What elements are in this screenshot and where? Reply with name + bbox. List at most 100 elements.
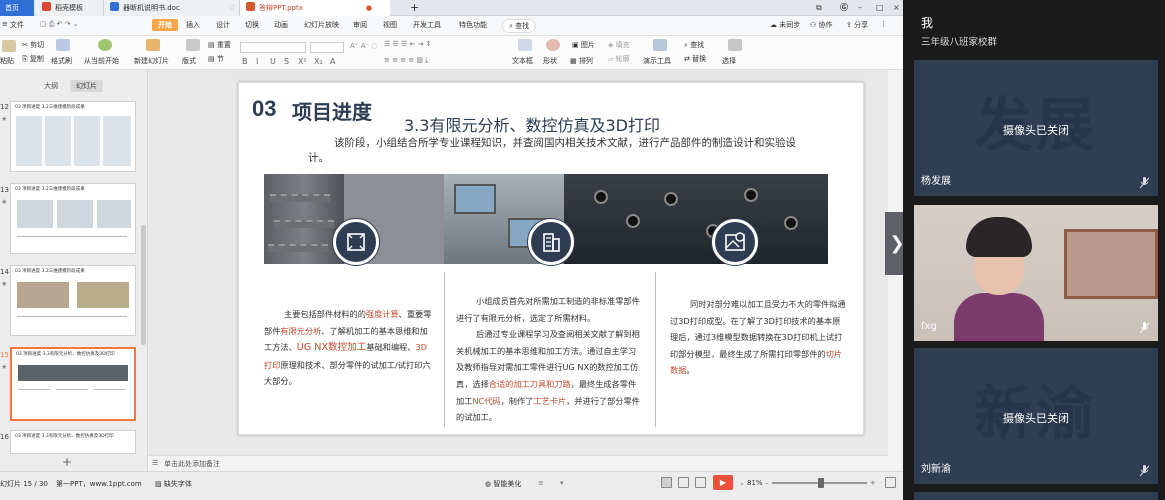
replace-button[interactable]: ⇄ 替换: [684, 54, 706, 64]
section-button[interactable]: ▤ 节: [208, 54, 224, 64]
new-tab-button[interactable]: +: [410, 0, 424, 16]
participant-tile[interactable]: 发展 摄像头已关闭 杨发展: [914, 60, 1158, 196]
slide-thumbnail[interactable]: 03 项目进度 3.2三维建模阶段成果: [10, 265, 136, 336]
select-icon[interactable]: [728, 39, 742, 51]
menu-animation[interactable]: 动画: [274, 20, 288, 30]
new-slide-icon[interactable]: [146, 39, 160, 51]
paste-button[interactable]: 粘贴: [0, 56, 14, 66]
presentation-tools-icon[interactable]: [653, 39, 667, 51]
dropdown-icon[interactable]: ⌄: [739, 479, 745, 487]
add-slide-button[interactable]: +: [62, 455, 72, 469]
slide-thumbnail-active[interactable]: 03 项目进度 3.3有限元分析、数控仿真及3D打印: [10, 347, 136, 421]
heart-icon[interactable]: ♡: [229, 0, 235, 16]
strike-button[interactable]: S: [284, 57, 289, 66]
participant-tile-self[interactable]: 我 三年级八班家校群: [914, 0, 1158, 56]
menu-slideshow[interactable]: 幻灯片放映: [304, 20, 339, 30]
tab-slides[interactable]: 幻灯片: [70, 80, 103, 92]
reading-view-icon[interactable]: [695, 477, 706, 488]
minimize-icon[interactable]: –: [858, 0, 862, 16]
font-color-button[interactable]: A: [330, 57, 335, 66]
participant-tile-partial[interactable]: [914, 492, 1158, 500]
reset-button[interactable]: ▤ 重置: [208, 40, 231, 50]
underline-button[interactable]: U: [270, 57, 276, 66]
slide-sorter-icon[interactable]: [678, 477, 689, 488]
restore-icon[interactable]: ⧉: [816, 0, 822, 16]
menu-view[interactable]: 视图: [383, 20, 397, 30]
close-icon[interactable]: ×: [893, 0, 900, 16]
slide-thumbnail[interactable]: 03 项目进度 3.2三维建模阶段成果: [10, 101, 136, 172]
menu-design[interactable]: 设计: [216, 20, 230, 30]
search-box[interactable]: ⌕ 查找: [502, 19, 537, 33]
maximize-icon[interactable]: □: [876, 0, 884, 16]
menu-switch[interactable]: 切换: [245, 20, 259, 30]
from-current-button[interactable]: 从当前开始: [84, 56, 119, 66]
outline-button[interactable]: ▱ 轮廓: [608, 54, 630, 64]
tab-outline[interactable]: 大纲: [38, 80, 64, 92]
paste-icon[interactable]: [2, 40, 16, 52]
tab-home[interactable]: 首页: [0, 0, 34, 16]
font-name-select[interactable]: [240, 42, 306, 53]
fit-window-icon[interactable]: [885, 477, 896, 488]
more-icon[interactable]: ⋮: [880, 20, 887, 28]
tab-ppt-active[interactable]: 答辩PPT.pptx ●: [240, 0, 390, 16]
shape-button[interactable]: 形状: [543, 56, 557, 66]
user-avatar-icon[interactable]: Ⓖ: [840, 0, 848, 16]
copy-button[interactable]: ⎘ 复制: [22, 54, 44, 64]
menu-devtools[interactable]: 开发工具: [413, 20, 441, 30]
menu-start[interactable]: 开始: [152, 19, 178, 31]
layout-button[interactable]: 版式: [182, 56, 196, 66]
shape-icon[interactable]: [546, 39, 560, 51]
menu-insert[interactable]: 插入: [186, 20, 200, 30]
cloud-sync-button[interactable]: ☁ 未同步: [770, 20, 800, 30]
tab-template[interactable]: 稻壳模板: [36, 0, 104, 16]
tab-doc-manual[interactable]: 器断机说明书.doc ♡: [104, 0, 240, 16]
textbox-icon[interactable]: [518, 39, 532, 51]
superscript-button[interactable]: X²: [298, 57, 307, 66]
paragraph-tools[interactable]: ☰ ☰ ☰ ⇤ ⇥ ↕: [384, 40, 432, 48]
share-button[interactable]: ⇪ 分享: [846, 20, 868, 30]
font-grow-shrink[interactable]: A⁺ A⁻ ◌: [350, 42, 378, 50]
menu-review[interactable]: 审阅: [353, 20, 367, 30]
format-painter-button[interactable]: 格式刷: [51, 56, 72, 66]
find-button[interactable]: ⌕ 查找: [684, 40, 704, 50]
italic-button[interactable]: I: [256, 57, 258, 66]
play-slideshow-button[interactable]: ▶: [713, 475, 733, 490]
zoom-out-button[interactable]: –: [765, 479, 769, 487]
slide[interactable]: 03 项目进度 3.3有限元分析、数控仿真及3D打印 该阶段，小组结合所学专业课…: [238, 82, 864, 435]
slide-thumbnail[interactable]: 03 项目进度 3.3有限元分析、数控仿真及3D打印: [10, 430, 136, 454]
cut-button[interactable]: ✂ 剪切: [22, 40, 44, 50]
fill-button[interactable]: ◈ 填充: [608, 40, 630, 50]
select-button[interactable]: 选择: [722, 56, 736, 66]
layout-icon[interactable]: [186, 39, 200, 51]
align-tools[interactable]: ≡ ≡ ≡ ≡ ▥ ⤓: [384, 56, 428, 65]
notes-pane[interactable]: ☰ 单击此处添加备注: [148, 455, 888, 471]
format-painter-icon[interactable]: [56, 39, 70, 51]
comment-icon[interactable]: ≡: [538, 479, 544, 487]
slide-thumbnail[interactable]: 03 项目进度 3.2三维建模阶段成果: [10, 183, 136, 254]
zoom-in-button[interactable]: +: [870, 479, 876, 487]
menu-special[interactable]: 特色功能: [459, 20, 487, 30]
picture-button[interactable]: ▣ 图片: [572, 40, 595, 50]
horizontal-scrollbar[interactable]: [160, 447, 870, 453]
participant-tile-video[interactable]: fxg: [914, 205, 1158, 341]
missing-font-button[interactable]: ▨ 缺失字体: [155, 479, 192, 489]
arrange-button[interactable]: ▦ 排列: [570, 56, 593, 66]
quick-access-icons[interactable]: ▢ ⎙ ↶ ↷ ⌄: [40, 20, 79, 29]
participant-tile[interactable]: 新渝 摄像头已关闭 刘新渝: [914, 348, 1158, 484]
hamburger-icon[interactable]: ≡: [2, 20, 8, 28]
subscript-button[interactable]: X₂: [314, 57, 323, 66]
menu-file[interactable]: 文件: [10, 20, 24, 30]
new-slide-button[interactable]: 新建幻灯片: [134, 56, 169, 66]
thumbnail-scrollbar[interactable]: [141, 225, 146, 345]
notes-toggle-icon[interactable]: ▾: [560, 479, 564, 487]
play-icon[interactable]: [98, 39, 112, 51]
collab-button[interactable]: ⚇ 协作: [810, 20, 833, 30]
bold-button[interactable]: B: [242, 57, 248, 66]
presentation-tools-button[interactable]: 演示工具: [643, 56, 671, 66]
font-size-select[interactable]: [310, 42, 344, 53]
slide-thumbnail-panel: 大纲 幻灯片 12 ★ 03 项目进度 3.2三维建模阶段成果 13 ★ 03 …: [0, 70, 148, 471]
smart-beautify-button[interactable]: ◍ 智能美化: [485, 479, 521, 489]
textbox-button[interactable]: 文本框: [512, 56, 533, 66]
normal-view-icon[interactable]: [661, 477, 672, 488]
zoom-slider-thumb[interactable]: [818, 478, 824, 488]
